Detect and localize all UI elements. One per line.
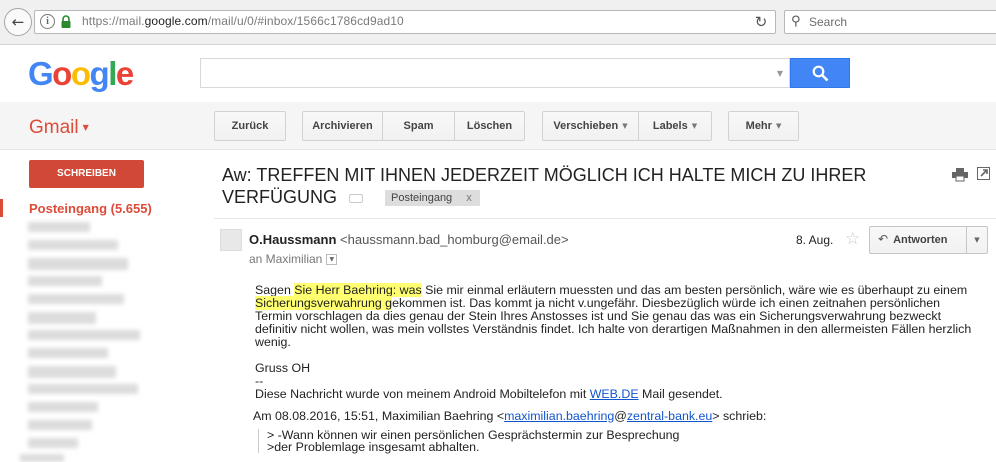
search-options-dropdown-icon[interactable]: ▼ (777, 69, 783, 78)
reload-icon[interactable]: ↻ (751, 12, 771, 32)
lock-icon (61, 15, 71, 28)
reply-more-dropdown[interactable]: ▼ (966, 226, 988, 254)
quote-header: Am 08.08.2016, 15:51, Maximilian Baehrin… (253, 409, 767, 423)
highlighted-text: Sicherungsverwahrung g (255, 296, 393, 310)
address-bar[interactable]: i https://mail.google.com/mail/u/0/#inbo… (34, 10, 776, 34)
important-label-icon[interactable] (349, 193, 364, 203)
quoted-email-link[interactable]: maximilian.baehring (504, 409, 614, 423)
back-button[interactable]: Zurück (214, 111, 286, 141)
inbox-active-marker (0, 199, 3, 217)
mail-search-button[interactable] (790, 58, 850, 88)
more-button[interactable]: Mehr ▼ (728, 111, 799, 141)
info-icon[interactable]: i (40, 14, 55, 29)
sender: O.Haussmann <haussmann.bad_homburg@email… (249, 232, 569, 247)
labels-button[interactable]: Labels ▼ (638, 111, 712, 141)
search-icon (812, 65, 829, 82)
label-chip-inbox[interactable]: Posteingang x (385, 190, 480, 207)
new-window-icon[interactable] (977, 167, 990, 180)
email-body: Sagen Sie Herr Baehring: was Sie mir ein… (255, 283, 975, 401)
gmail-menu[interactable]: Gmail ▼ (29, 117, 89, 139)
compose-button[interactable]: SCHREIBEN (29, 160, 144, 188)
webde-link[interactable]: WEB.DE (590, 387, 639, 401)
show-details-dropdown-icon[interactable]: ▼ (326, 254, 338, 266)
remove-label-icon[interactable]: x (466, 192, 472, 204)
back-arrow-icon[interactable]: ← (4, 8, 32, 36)
sender-email: <haussmann.bad_homburg@email.de> (340, 232, 569, 247)
chevron-down-icon: ▼ (691, 122, 698, 131)
chevron-down-icon: ▼ (775, 122, 782, 131)
chevron-down-icon: ▼ (82, 123, 89, 133)
quoted-domain-link[interactable]: zentral-bank.eu (627, 409, 712, 423)
url-text: https://mail.google.com/mail/u/0/#inbox/… (82, 14, 404, 28)
search-placeholder: Search (809, 15, 848, 29)
sender-name[interactable]: O.Haussmann (249, 232, 336, 247)
quote-line: >der Problemlage insgesamt abhalten. (267, 440, 480, 454)
quoted-text: > -Wann können wir einen persönlichen Ge… (258, 429, 858, 453)
email-subject: Aw: TREFFEN MIT IHNEN JEDERZEIT MÖGLICH … (222, 164, 882, 208)
email-date: 8. Aug. (796, 233, 834, 247)
move-to-button[interactable]: Verschieben ▼ (542, 111, 639, 141)
search-icon: ⚲ (791, 14, 801, 29)
subject-text: Aw: TREFFEN MIT IHNEN JEDERZEIT MÖGLICH … (222, 165, 867, 207)
mail-search-input[interactable]: ▼ (200, 58, 790, 88)
google-logo[interactable]: Google (28, 55, 134, 93)
reply-button[interactable]: ↶ Antworten (869, 226, 967, 254)
reply-arrow-icon: ↶ (878, 232, 889, 246)
highlighted-text: Sie Herr Baehring: was (294, 283, 422, 297)
divider (214, 218, 996, 219)
greeting: Gruss OH (255, 361, 311, 375)
body-paragraph: Sagen Sie Herr Baehring: was Sie mir ein… (255, 283, 972, 349)
recipient-line: an Maximilian ▼ (249, 252, 338, 266)
signature: Diese Nachricht wurde von meinem Android… (255, 387, 723, 401)
chevron-down-icon: ▼ (622, 122, 628, 131)
avatar[interactable] (220, 229, 242, 251)
browser-search-input[interactable]: ⚲ Search (784, 10, 996, 34)
spam-button[interactable]: Spam (382, 111, 455, 141)
star-icon[interactable]: ☆ (845, 229, 860, 249)
archive-button[interactable]: Archivieren (302, 111, 383, 141)
sidebar-item-inbox[interactable]: Posteingang (5.655) (29, 201, 152, 216)
print-icon[interactable] (952, 168, 968, 182)
delete-button[interactable]: Löschen (454, 111, 525, 141)
